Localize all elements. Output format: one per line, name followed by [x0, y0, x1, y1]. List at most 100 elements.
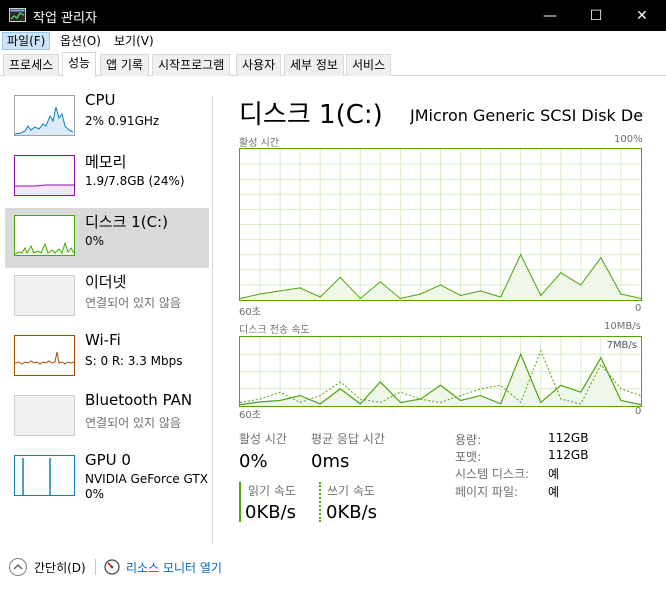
minimize-icon: —	[543, 7, 557, 24]
close-icon: ✕	[636, 7, 648, 24]
page-file-key: 페이지 파일:	[455, 485, 519, 499]
tab-details[interactable]: 세부 정보	[284, 54, 344, 76]
active-time-point	[540, 294, 542, 297]
sidebar-item-detail: S: 0 R: 3.3 Mbps	[85, 354, 183, 368]
tab-app-history[interactable]: 앱 기록	[100, 54, 149, 76]
sidebar-item-detail: 1.9/7.8GB (24%)	[85, 174, 185, 188]
tab-services[interactable]: 서비스	[346, 54, 392, 76]
graph1-time-left: 60초	[239, 307, 261, 318]
transfer-rate-graph: 7MB/s	[239, 336, 642, 407]
read-speed-marker	[239, 482, 241, 522]
chevron-up-icon	[13, 564, 23, 570]
graph2-max: 10MB/s	[604, 321, 641, 332]
sidebar-item-detail: 0%	[85, 234, 105, 248]
active-time-point	[520, 254, 522, 256]
fewer-details-link[interactable]: 간단히(D)	[34, 559, 86, 576]
active-time-point	[560, 272, 562, 274]
resource-monitor-icon	[104, 559, 120, 575]
read-speed-value: 0KB/s	[245, 502, 297, 523]
wifi-thumbnail-graph	[14, 335, 75, 376]
active-time-point	[600, 257, 602, 259]
sidebar-item-label: Bluetooth PAN	[85, 391, 193, 409]
maximize-button[interactable]: ☐	[573, 0, 619, 31]
graph1-time-right: 0	[635, 303, 642, 314]
sidebar-item-detail: 2% 0.91GHz	[85, 114, 160, 128]
ethernet-thumbnail-graph	[14, 275, 75, 316]
tab-bar: 프로세스 성능 앱 기록 시작프로그램 사용자 세부 정보 서비스	[0, 51, 666, 77]
active-time-point	[279, 290, 281, 292]
minimize-button[interactable]: —	[527, 0, 573, 31]
graph1-label: 활성 시간	[239, 138, 279, 149]
sidebar-item-detail: NVIDIA GeForce GTX 950M	[85, 472, 212, 486]
active-time-label: 활성 시간	[239, 432, 287, 446]
active-time-point	[460, 294, 462, 297]
read-speed-label: 읽기 속도	[248, 484, 296, 498]
sidebar-item-label: GPU 0	[85, 451, 131, 469]
system-disk-key: 시스템 디스크:	[455, 467, 530, 481]
sidebar-item-ethernet[interactable]: 이더넷 연결되어 있지 않음	[5, 268, 209, 328]
gpu-thumbnail-graph	[14, 455, 75, 496]
system-disk-value: 예	[548, 467, 560, 481]
sidebar-item-wifi[interactable]: Wi-Fi S: 0 R: 3.3 Mbps	[5, 328, 209, 388]
page-file-value: 예	[548, 485, 560, 499]
graph2-label: 디스크 전송 속도	[239, 325, 310, 336]
sidebar-item-memory[interactable]: 메모리 1.9/7.8GB (24%)	[5, 148, 209, 208]
menu-options[interactable]: 옵션(O)	[56, 32, 105, 50]
avg-response-label: 평균 응답 시간	[311, 432, 385, 446]
active-time-point	[319, 296, 321, 298]
sidebar-item-detail: 연결되어 있지 않음	[85, 296, 181, 310]
sidebar-item-cpu[interactable]: CPU 2% 0.91GHz	[5, 88, 209, 148]
tab-performance[interactable]: 성능	[62, 52, 97, 77]
cpu-thumbnail-graph	[14, 95, 75, 136]
memory-thumbnail-graph	[14, 155, 75, 196]
write-speed-value: 0KB/s	[326, 502, 378, 523]
active-time-value: 0%	[239, 451, 268, 472]
write-speed-label: 쓰기 속도	[327, 484, 375, 498]
capacity-key: 용량:	[455, 433, 482, 447]
active-time-point	[379, 281, 381, 283]
active-time-point	[259, 293, 261, 295]
resource-monitor-link[interactable]: 리소스 모니터 열기	[126, 559, 222, 576]
sidebar-item-bluetooth[interactable]: Bluetooth PAN 연결되어 있지 않음	[5, 388, 209, 448]
maximize-icon: ☐	[589, 7, 603, 24]
active-time-point	[399, 297, 401, 300]
menu-view[interactable]: 보기(V)	[110, 32, 158, 50]
sidebar-item-label: 디스크 1(C:)	[85, 213, 168, 231]
sidebar-item-label: 메모리	[85, 153, 127, 171]
menu-file[interactable]: 파일(F)	[2, 32, 51, 50]
format-value: 112GB	[548, 448, 589, 462]
disk-thumbnail-graph	[14, 215, 75, 256]
format-key: 포맷:	[455, 450, 482, 464]
active-time-point	[480, 290, 482, 292]
bluetooth-thumbnail-graph	[14, 395, 75, 436]
avg-response-value: 0ms	[311, 451, 350, 472]
tab-startup[interactable]: 시작프로그램	[152, 54, 231, 76]
tab-users[interactable]: 사용자	[236, 54, 282, 76]
menu-bar: 파일(F) 옵션(O) 보기(V)	[0, 31, 666, 51]
graph1-max: 100%	[614, 134, 643, 145]
tab-processes[interactable]: 프로세스	[3, 54, 60, 76]
sidebar-item-detail-2: 0%	[85, 487, 105, 501]
active-time-point	[620, 293, 622, 295]
close-button[interactable]: ✕	[619, 0, 665, 31]
active-time-point	[419, 293, 422, 295]
graph2-time-right: 0	[635, 406, 642, 417]
fewer-details-button[interactable]	[9, 558, 27, 576]
graph2-time-left: 60초	[239, 410, 261, 421]
panel-divider	[212, 96, 213, 544]
sidebar-item-gpu[interactable]: GPU 0 NVIDIA GeForce GTX 950M 0%	[5, 448, 212, 508]
active-time-point	[339, 276, 341, 278]
sidebar-item-label: CPU	[85, 91, 116, 109]
active-time-point	[439, 284, 442, 286]
sidebar-item-disk[interactable]: 디스크 1(C:) 0%	[5, 208, 209, 268]
active-time-point	[500, 296, 502, 298]
task-manager-icon	[9, 8, 26, 22]
active-time-point	[299, 287, 301, 289]
capacity-value: 112GB	[548, 431, 589, 445]
sidebar-item-label: Wi-Fi	[85, 331, 121, 349]
device-name: JMicron Generic SCSI Disk Device	[410, 106, 644, 125]
graph2-inner-max: 7MB/s	[606, 340, 637, 351]
footer-divider	[95, 559, 96, 575]
sidebar-item-label: 이더넷	[85, 273, 127, 291]
footer: 간단히(D) 리소스 모니터 열기	[0, 548, 666, 588]
